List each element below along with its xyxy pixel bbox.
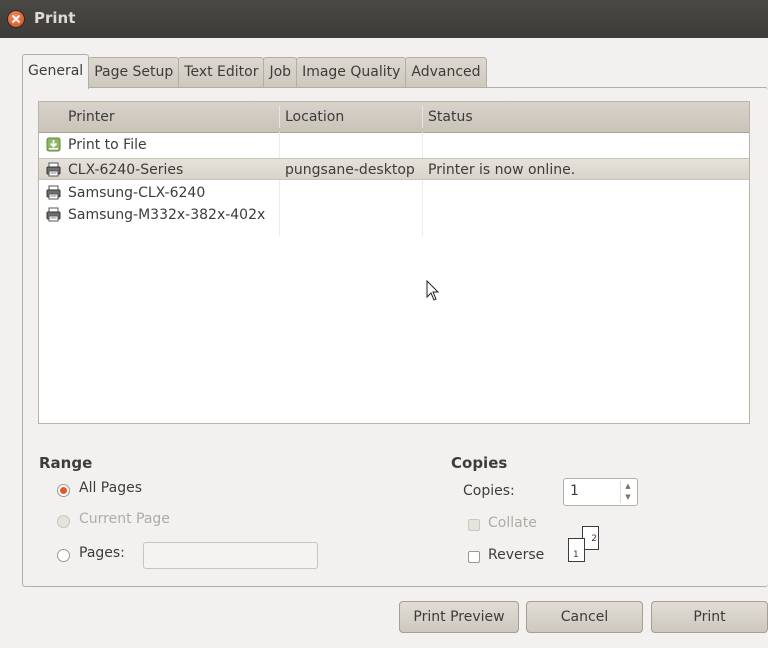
page-1-icon: 1: [568, 538, 585, 562]
page-number: 1: [573, 550, 579, 560]
column-header-status[interactable]: Status: [428, 102, 473, 132]
pages-label[interactable]: Pages:: [79, 545, 125, 561]
all-pages-radio[interactable]: [57, 484, 70, 497]
copies-label: Copies:: [463, 483, 515, 499]
print-button[interactable]: Print: [651, 601, 768, 633]
printer-row[interactable]: Print to File: [39, 134, 749, 156]
range-section-title: Range: [39, 454, 93, 472]
printer-icon: [46, 207, 61, 222]
current-page-radio: [57, 515, 70, 528]
pages-input[interactable]: [143, 542, 318, 569]
collate-label: Collate: [488, 515, 537, 531]
printer-status: Printer is now online.: [428, 162, 576, 178]
tab-image-quality[interactable]: Image Quality: [296, 57, 407, 88]
pages-radio[interactable]: [57, 549, 70, 562]
close-icon[interactable]: [8, 11, 24, 27]
printer-icon: [46, 185, 61, 200]
printer-row[interactable]: Samsung-M332x-382x-402x: [39, 204, 749, 226]
tab-page-setup[interactable]: Page Setup: [88, 57, 180, 88]
window-title: Print: [34, 9, 76, 27]
mouse-cursor-icon: [426, 280, 440, 301]
copies-spinbutton[interactable]: 1 ▲ ▼: [563, 478, 638, 506]
tab-advanced[interactable]: Advanced: [405, 57, 487, 88]
tab-general[interactable]: General: [22, 54, 90, 89]
current-page-label: Current Page: [79, 511, 170, 527]
column-header-printer[interactable]: Printer: [68, 102, 115, 132]
printer-row[interactable]: Samsung-CLX-6240: [39, 182, 749, 204]
spin-up-icon[interactable]: ▲: [621, 481, 635, 492]
all-pages-label[interactable]: All Pages: [79, 480, 142, 496]
printer-location: pungsane-desktop: [285, 162, 415, 178]
printer-name: Samsung-M332x-382x-402x: [68, 207, 266, 223]
copies-section-title: Copies: [451, 454, 508, 472]
column-header-location[interactable]: Location: [285, 102, 344, 132]
printer-name: Print to File: [68, 137, 147, 153]
collate-checkbox: [468, 519, 480, 531]
title-bar: Print: [0, 0, 768, 38]
tab-text-editor[interactable]: Text Editor: [178, 57, 265, 88]
reverse-label[interactable]: Reverse: [488, 547, 544, 563]
printer-row-selected[interactable]: CLX-6240-Series pungsane-desktop Printer…: [39, 158, 749, 180]
copies-value: 1: [570, 483, 579, 499]
collate-preview-icon: 2 1: [568, 526, 604, 566]
column-divider: [422, 106, 423, 128]
reverse-checkbox[interactable]: [468, 551, 480, 563]
printer-icon: [46, 162, 61, 177]
printer-name: Samsung-CLX-6240: [68, 185, 206, 201]
spin-down-icon[interactable]: ▼: [621, 492, 635, 503]
print-preview-button[interactable]: Print Preview: [399, 601, 519, 633]
cancel-button[interactable]: Cancel: [526, 601, 643, 633]
tab-bar: General Page Setup Text Editor Job Image…: [22, 54, 487, 89]
spin-buttons[interactable]: ▲ ▼: [620, 481, 635, 503]
tab-job[interactable]: Job: [263, 57, 298, 88]
printer-list[interactable]: Printer Location Status Print to File CL…: [38, 101, 750, 424]
printer-name: CLX-6240-Series: [68, 162, 184, 178]
file-download-icon: [46, 137, 61, 152]
printer-list-header: Printer Location Status: [39, 102, 749, 133]
column-divider: [279, 106, 280, 128]
page-number: 2: [591, 534, 597, 544]
